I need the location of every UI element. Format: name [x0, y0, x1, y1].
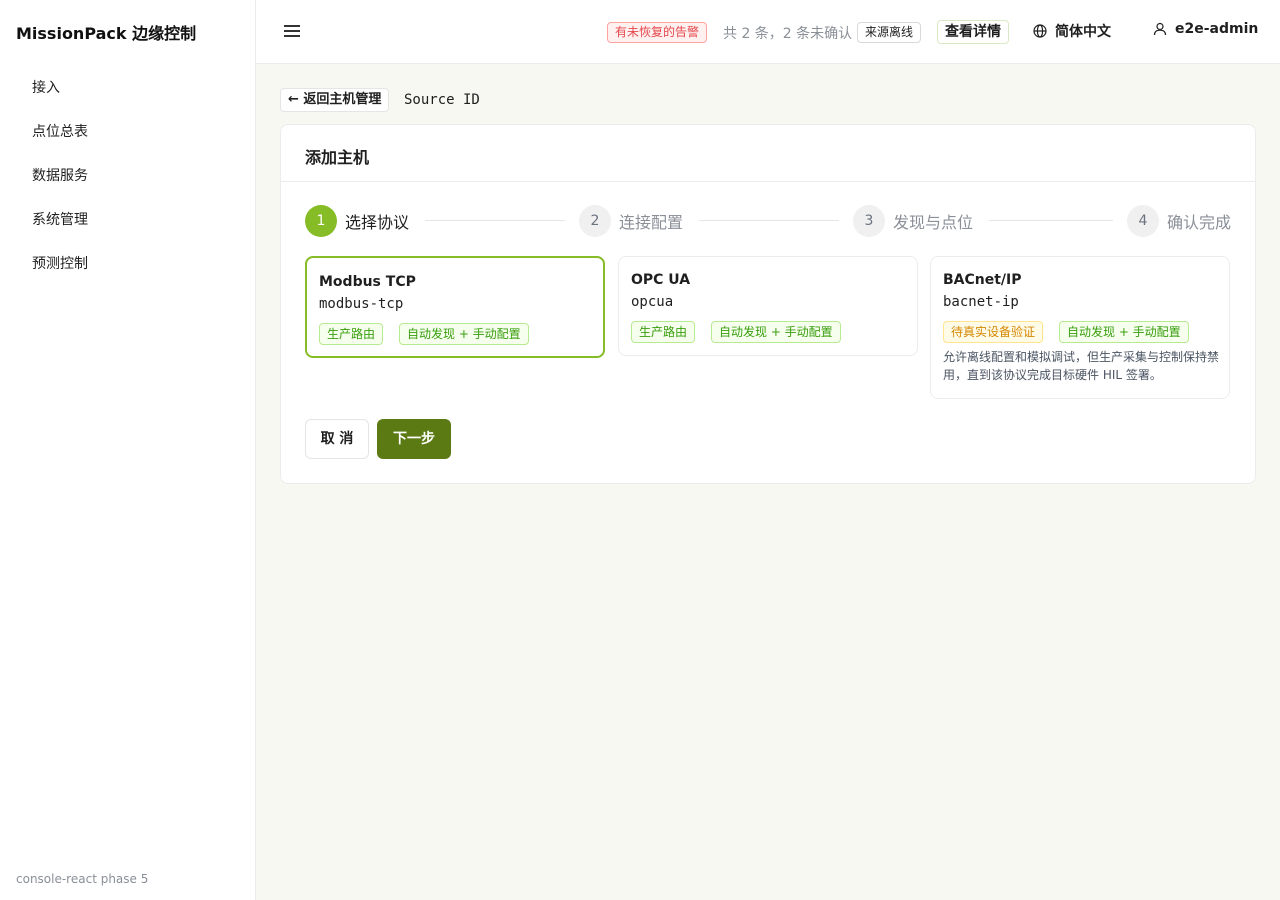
- source-id-label: Source ID: [404, 92, 480, 108]
- step-connector: [989, 220, 1113, 221]
- step-title: 确认完成: [1167, 213, 1232, 232]
- brand-title: MissionPack 边缘控制: [16, 24, 197, 43]
- tag-production-route: 生产路由: [631, 321, 696, 343]
- user-icon: [1153, 22, 1167, 36]
- sidebar-item-data-service[interactable]: 数据服务: [0, 154, 255, 198]
- tag-discovery-mode: 自动发现 + 手动配置: [399, 323, 529, 345]
- step-connector: [699, 220, 839, 221]
- tag-production-route: 生产路由: [319, 323, 384, 345]
- globe-icon: [1033, 24, 1047, 38]
- card-divider: [281, 181, 1255, 182]
- alarm-summary: 共 2 条，2 条未确认: [723, 26, 853, 42]
- protocol-id: bacnet-ip: [943, 294, 1019, 310]
- sidebar-item-access[interactable]: 接入: [0, 66, 255, 110]
- sidebar-item-system-management[interactable]: 系统管理: [0, 198, 255, 242]
- next-step-button[interactable]: 下一步: [377, 419, 451, 459]
- protocol-card-modbus-tcp[interactable]: Modbus TCP modbus-tcp 生产路由 自动发现 + 手动配置: [305, 256, 605, 358]
- step-number: 3: [853, 205, 885, 237]
- protocol-id: opcua: [631, 294, 674, 310]
- card-title: 添加主机: [305, 148, 370, 167]
- protocol-note: 允许离线配置和模拟调试，但生产采集与控制保持禁用，直到该协议完成目标硬件 HIL…: [943, 350, 1220, 382]
- protocol-card-bacnet-ip[interactable]: BACnet/IP bacnet-ip 待真实设备验证 自动发现 + 手动配置 …: [930, 256, 1230, 399]
- language-label: 简体中文: [1055, 24, 1111, 40]
- source-offline-tag: 来源离线: [857, 22, 922, 43]
- tag-discovery-mode: 自动发现 + 手动配置: [711, 321, 841, 343]
- protocol-name: Modbus TCP: [319, 274, 416, 290]
- user-menu[interactable]: e2e-admin: [1153, 21, 1258, 37]
- view-details-button[interactable]: 查看详情: [937, 20, 1009, 44]
- step-number: 2: [579, 205, 611, 237]
- protocol-id: modbus-tcp: [319, 296, 404, 312]
- tag-pending-hardware-validation: 待真实设备验证: [943, 321, 1044, 343]
- alarm-tag: 有未恢复的告警: [607, 22, 708, 43]
- step-title: 发现与点位: [893, 213, 974, 232]
- back-to-host-management-button[interactable]: ← 返回主机管理: [280, 88, 390, 112]
- sidebar-item-predictive-control[interactable]: 预测控制: [0, 242, 255, 286]
- sidebar: MissionPack 边缘控制 接入 点位总表 数据服务 系统管理 预测控制 …: [0, 0, 256, 900]
- step-title: 选择协议: [345, 213, 410, 232]
- hamburger-menu-icon[interactable]: [284, 22, 300, 40]
- protocol-card-opcua[interactable]: OPC UA opcua 生产路由 自动发现 + 手动配置: [618, 256, 918, 356]
- step-number: 4: [1127, 205, 1159, 237]
- protocol-name: BACnet/IP: [943, 272, 1022, 288]
- step-connection-config: 2 连接配置: [579, 205, 683, 237]
- tag-discovery-mode: 自动发现 + 手动配置: [1059, 321, 1189, 343]
- cancel-button[interactable]: 取 消: [305, 419, 369, 459]
- step-select-protocol: 1 选择协议: [305, 205, 409, 237]
- language-switcher[interactable]: 简体中文: [1033, 21, 1111, 41]
- step-discovery-points: 3 发现与点位: [853, 205, 973, 237]
- sidebar-menu: 接入 点位总表 数据服务 系统管理 预测控制: [0, 66, 255, 286]
- sidebar-footer: console-react phase 5: [16, 872, 149, 886]
- step-title: 连接配置: [619, 213, 684, 232]
- top-header: 有未恢复的告警 共 2 条，2 条未确认 来源离线 查看详情 简体中文 e2e-…: [256, 0, 1280, 64]
- step-connector: [425, 220, 565, 221]
- add-host-card: 添加主机 1 选择协议 2 连接配置 3 发现与点位 4 确认完成 Modbus…: [280, 124, 1256, 484]
- protocol-name: OPC UA: [631, 272, 691, 288]
- username: e2e-admin: [1175, 21, 1259, 37]
- sidebar-item-point-table[interactable]: 点位总表: [0, 110, 255, 154]
- step-confirm-complete: 4 确认完成: [1127, 205, 1231, 237]
- step-number: 1: [305, 205, 337, 237]
